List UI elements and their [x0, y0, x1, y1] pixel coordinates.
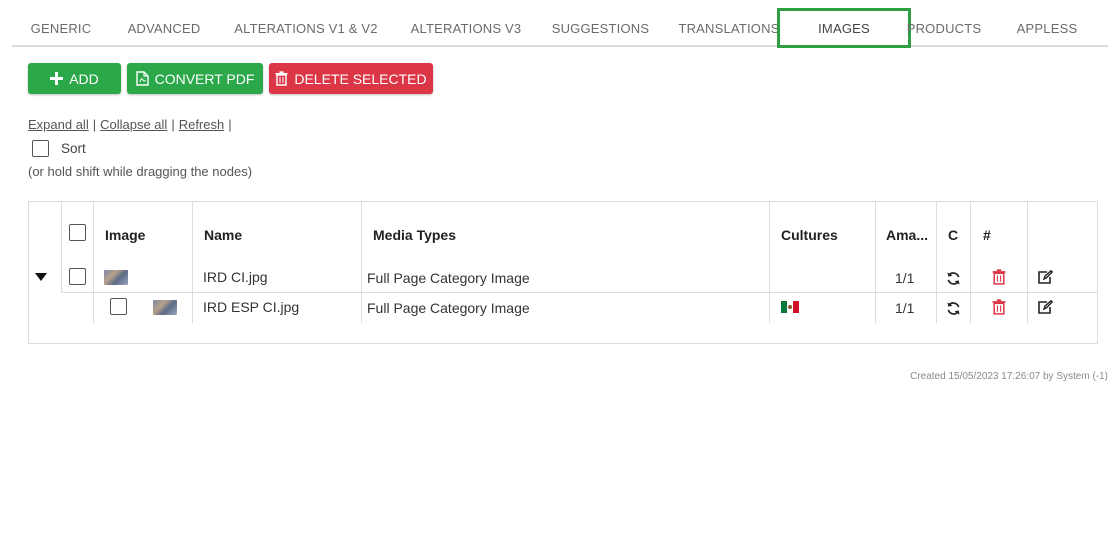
- tab-translations[interactable]: TRANSLATIONS: [663, 10, 795, 47]
- sort-hint: (or hold shift while dragging the nodes): [28, 164, 253, 179]
- tab-advanced[interactable]: ADVANCED: [110, 10, 218, 47]
- refresh-icon[interactable]: [946, 301, 961, 316]
- created-info: Created 15/05/2023 17:26:07 by System (-…: [910, 371, 1108, 382]
- convert-pdf-button[interactable]: CONVERT PDF: [127, 63, 263, 94]
- trash-icon: [275, 71, 288, 86]
- delete-row-icon[interactable]: [992, 269, 1006, 285]
- header-c: C: [948, 227, 959, 243]
- add-button[interactable]: ADD: [28, 63, 121, 94]
- image-thumbnail[interactable]: [104, 270, 128, 285]
- tab-bar: GENERIC ADVANCED ALTERATIONS V1 & V2 ALT…: [12, 8, 1108, 48]
- convert-pdf-label: CONVERT PDF: [154, 70, 255, 87]
- header-amount: Ama...: [886, 227, 929, 243]
- header-name: Name: [204, 227, 243, 243]
- row-checkbox[interactable]: [69, 268, 86, 285]
- mexico-flag-icon: [781, 301, 799, 313]
- select-all-checkbox[interactable]: [69, 224, 86, 241]
- sort-checkbox[interactable]: [32, 140, 49, 157]
- edit-icon[interactable]: [1037, 300, 1053, 315]
- tab-alterations-v3[interactable]: ALTERATIONS V3: [394, 10, 538, 47]
- edit-icon[interactable]: [1037, 270, 1053, 285]
- image-thumbnail[interactable]: [153, 300, 177, 315]
- tab-suggestions[interactable]: SUGGESTIONS: [538, 10, 663, 47]
- delete-selected-button[interactable]: DELETE SELECTED: [269, 63, 433, 94]
- row-amount: 1/1: [895, 300, 915, 316]
- sort-row: Sort: [32, 140, 86, 157]
- header-image: Image: [105, 227, 146, 243]
- row-media-type: Full Page Category Image: [367, 300, 530, 316]
- delete-selected-label: DELETE SELECTED: [294, 70, 427, 87]
- row-name: IRD ESP CI.jpg: [203, 299, 300, 315]
- separator: |: [228, 117, 232, 132]
- row-name: IRD CI.jpg: [203, 269, 268, 285]
- refresh-icon[interactable]: [946, 271, 961, 286]
- row-amount: 1/1: [895, 270, 915, 286]
- expand-all-link[interactable]: Expand all: [28, 117, 89, 132]
- tree-links: Expand all | Collapse all | Refresh |: [28, 117, 236, 132]
- tab-appless[interactable]: APPLESS: [997, 10, 1097, 47]
- images-tree-grid: Image Name Media Types Cultures Ama... C…: [28, 201, 1098, 344]
- sort-label: Sort: [61, 141, 86, 156]
- header-media-types: Media Types: [373, 227, 456, 243]
- row-checkbox[interactable]: [110, 298, 127, 315]
- collapse-caret-icon[interactable]: [35, 273, 47, 281]
- tab-images[interactable]: IMAGES: [777, 8, 911, 48]
- refresh-link[interactable]: Refresh: [179, 117, 225, 132]
- tab-products[interactable]: PRODUCTS: [907, 10, 981, 47]
- tab-alterations-v1-v2[interactable]: ALTERATIONS V1 & V2: [218, 10, 394, 47]
- header-hash: #: [983, 227, 991, 243]
- tab-generic[interactable]: GENERIC: [12, 10, 110, 47]
- delete-row-icon[interactable]: [992, 299, 1006, 315]
- separator: |: [92, 117, 97, 132]
- row-media-type: Full Page Category Image: [367, 270, 530, 286]
- add-button-label: ADD: [69, 70, 99, 87]
- plus-icon: [50, 72, 64, 85]
- file-pdf-icon: [135, 71, 149, 86]
- separator: |: [171, 117, 175, 132]
- header-cultures: Cultures: [781, 227, 838, 243]
- collapse-all-link[interactable]: Collapse all: [100, 117, 167, 132]
